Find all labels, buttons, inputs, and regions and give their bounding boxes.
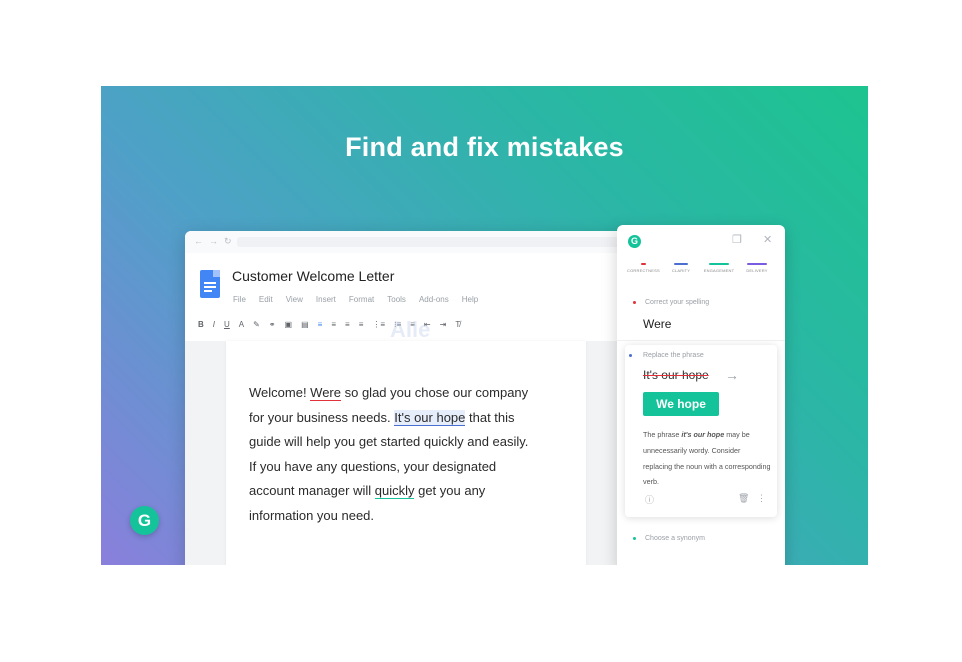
menu-bar: File Edit View Insert Format Tools Add-o…: [233, 295, 491, 304]
menu-insert[interactable]: Insert: [316, 295, 336, 304]
comment-icon[interactable]: ▣: [285, 320, 293, 329]
increase-indent-icon[interactable]: ⇥: [440, 320, 447, 329]
forward-icon[interactable]: →: [209, 236, 218, 246]
menu-file[interactable]: File: [233, 295, 246, 304]
status-dot: [629, 354, 632, 357]
address-bar[interactable]: [237, 237, 620, 247]
menu-tools[interactable]: Tools: [387, 295, 406, 304]
align-right-icon[interactable]: ≡: [345, 320, 350, 329]
bold-button[interactable]: B: [198, 320, 204, 329]
numbered-list-icon[interactable]: ⋮≡: [372, 320, 385, 329]
suggestion-word: Were: [643, 317, 672, 331]
document-area: Welcome! Were so glad you chose our comp…: [185, 341, 630, 565]
menu-help[interactable]: Help: [462, 295, 478, 304]
text-line: for your business needs. It's our hope t…: [249, 409, 515, 426]
text-line: If you have any questions, your designat…: [249, 458, 497, 474]
menu-format[interactable]: Format: [349, 295, 374, 304]
menu-addons[interactable]: Add-ons: [419, 295, 449, 304]
suggestion-label: Choose a synonym: [645, 535, 705, 542]
refresh-icon[interactable]: ↻: [224, 236, 232, 247]
text-color-button[interactable]: A: [239, 320, 244, 329]
suggestion-explanation: The phrase it's our hope may be unnecess…: [643, 430, 771, 487]
suggestion-spelling[interactable]: Correct your spelling Were: [617, 295, 785, 341]
engagement-issue[interactable]: quickly: [374, 483, 415, 500]
hero-banner: Find and fix mistakes ← → ↻ Customer Wel…: [101, 86, 868, 565]
tab-engagement[interactable]: ENGAGEMENT: [703, 263, 735, 273]
text-line: guide will help you get started quickly …: [249, 434, 529, 450]
status-dot: [633, 301, 636, 304]
accept-suggestion-button[interactable]: We hope: [643, 392, 719, 416]
suggestion-label: Correct your spelling: [645, 299, 710, 306]
learn-more-icon[interactable]: ⓘ: [645, 493, 654, 506]
browser-bar: ← → ↻: [185, 231, 630, 254]
clarity-issue[interactable]: It's our hope: [394, 409, 466, 426]
align-left-icon[interactable]: ≡: [318, 320, 323, 329]
image-icon[interactable]: ▤: [301, 320, 309, 329]
category-tabs: CORRECTNESS CLARITY ENGAGEMENT DELIVERY: [627, 263, 773, 273]
grammarly-badge-icon[interactable]: G: [130, 506, 159, 535]
spelling-error[interactable]: Were: [310, 385, 341, 401]
trash-icon[interactable]: 🗑: [738, 493, 749, 504]
arrow-right-icon: →: [725, 367, 739, 383]
suggestion-card[interactable]: Replace the phrase It's our hope → We ho…: [625, 345, 777, 517]
browser-window: ← → ↻ Customer Welcome Letter File Edit …: [185, 231, 630, 565]
status-dot: [633, 537, 636, 540]
document-page[interactable]: Welcome! Were so glad you chose our comp…: [226, 341, 586, 565]
highlight-icon[interactable]: ✎: [253, 320, 260, 329]
tab-delivery[interactable]: DELIVERY: [741, 263, 773, 273]
underline-button[interactable]: U: [224, 320, 230, 329]
grammarly-logo: G: [628, 235, 641, 248]
align-center-icon[interactable]: ≡: [331, 320, 336, 329]
link-icon[interactable]: ⚭: [269, 320, 276, 329]
tab-clarity[interactable]: CLARITY: [665, 263, 697, 273]
menu-view[interactable]: View: [286, 295, 303, 304]
suggestion-synonym[interactable]: Choose a synonym: [617, 531, 785, 561]
document-body[interactable]: Welcome! Were so glad you chose our comp…: [249, 381, 579, 529]
back-icon[interactable]: ←: [194, 236, 203, 246]
italic-button[interactable]: I: [213, 320, 215, 329]
text-line: information you need.: [249, 507, 375, 523]
document-title[interactable]: Customer Welcome Letter: [232, 268, 394, 284]
original-phrase: It's our hope: [643, 368, 709, 382]
google-docs-icon: [200, 270, 220, 298]
watermark: Alle: [390, 317, 431, 342]
text-line: Welcome! Were so glad you chose our comp…: [249, 385, 529, 401]
clear-formatting-icon[interactable]: T̸: [455, 320, 460, 329]
grammarly-panel: G ❐ ✕ CORRECTNESS CLARITY ENGAGEMENT DEL…: [617, 225, 785, 565]
tab-correctness[interactable]: CORRECTNESS: [627, 263, 660, 273]
close-icon[interactable]: ✕: [763, 233, 772, 246]
menu-edit[interactable]: Edit: [259, 295, 273, 304]
more-options-icon[interactable]: ⋮: [757, 493, 766, 504]
justify-icon[interactable]: ≡: [359, 320, 364, 329]
goals-icon[interactable]: ❐: [732, 233, 742, 246]
suggestion-label: Replace the phrase: [643, 352, 704, 359]
hero-title: Find and fix mistakes: [345, 132, 624, 162]
text-line: account manager will quickly get you any: [249, 483, 486, 500]
